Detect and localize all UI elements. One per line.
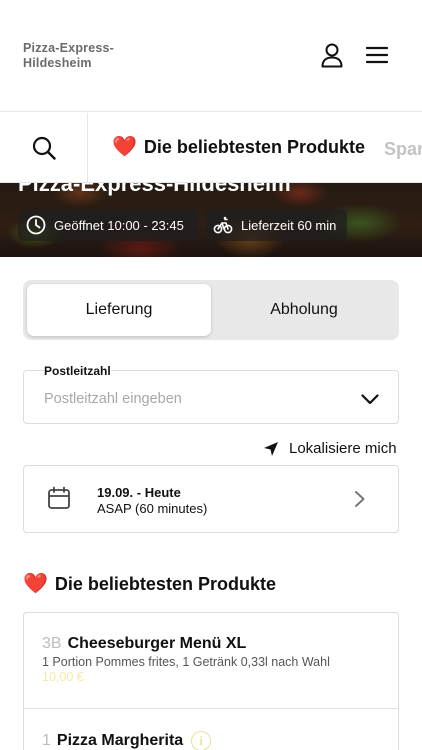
product-price: 10,00 €: [42, 670, 84, 684]
product-number: 1: [42, 732, 51, 749]
opening-hours-badge: Geöffnet 10:00 - 23:45: [18, 209, 198, 241]
clock-icon: [26, 215, 46, 235]
product-number: 3B: [42, 635, 62, 652]
product-description: 1 Portion Pommes frites, 1 Getränk 0,33l…: [42, 655, 330, 669]
app-header: Pizza-Express-Hildesheim: [0, 0, 422, 112]
calendar-icon: [48, 486, 70, 509]
product-name: Cheeseburger Menü XL: [67, 635, 247, 652]
delivery-option-button[interactable]: Lieferung: [27, 284, 211, 336]
postal-code-field[interactable]: Postleitzahl: [23, 365, 399, 424]
heart-icon: ❤️: [23, 573, 48, 595]
user-account-button[interactable]: [317, 40, 347, 70]
category-tab-next[interactable]: Spar: [384, 137, 422, 161]
postal-code-dropdown-toggle[interactable]: [358, 389, 382, 409]
product-name: Pizza Margherita: [56, 732, 184, 749]
brand-name[interactable]: Pizza-Express-Hildesheim: [23, 41, 143, 71]
bicycle-icon: [213, 216, 233, 234]
user-icon: [321, 43, 343, 68]
section-title-label: Die beliebtesten Produkte: [54, 574, 276, 594]
category-bar: ❤️ Die beliebtesten Produkte Spar: [0, 113, 422, 183]
category-tab-popular[interactable]: ❤️ Die beliebtesten Produkte: [112, 135, 365, 159]
chevron-right-icon: [355, 491, 365, 507]
postal-code-label: Postleitzahl: [44, 364, 111, 378]
location-arrow-icon: [264, 441, 278, 456]
category-search-button[interactable]: [0, 113, 88, 182]
delivery-date: 19.09. - Heute: [97, 485, 181, 500]
search-icon: [32, 136, 56, 160]
category-tab-label: Die beliebtesten Produkte: [143, 137, 365, 157]
order-type-toggle: Lieferung Abholung: [23, 280, 399, 340]
delivery-time: ASAP (60 minutes): [97, 501, 208, 516]
product-header: 3B Cheeseburger Menü XL: [42, 635, 246, 653]
locate-me-label: Lokalisiere mich: [289, 440, 397, 457]
product-item[interactable]: 3B Cheeseburger Menü XL 1 Portion Pommes…: [24, 613, 398, 709]
main-menu-button[interactable]: [362, 40, 392, 70]
product-item[interactable]: 1 Pizza Margherita i: [24, 709, 398, 750]
pickup-option-button[interactable]: Abholung: [213, 284, 395, 336]
postal-code-input[interactable]: [44, 391, 344, 407]
hero-title: Pizza-Express-Hildesheim: [18, 183, 291, 196]
delivery-time-text: Lieferzeit 60 min: [241, 217, 337, 233]
hamburger-menu-icon: [366, 46, 388, 64]
locate-me-link[interactable]: Lokalisiere mich: [263, 440, 397, 457]
product-list: 3B Cheeseburger Menü XL 1 Portion Pommes…: [23, 612, 399, 750]
info-icon[interactable]: i: [191, 731, 212, 750]
chevron-down-icon: [361, 393, 379, 404]
popular-products-heading: ❤️ Die beliebtesten Produkte: [23, 572, 276, 596]
heart-icon: ❤️: [112, 136, 137, 158]
delivery-time-selector[interactable]: 19.09. - Heute ASAP (60 minutes): [23, 465, 399, 533]
product-header: 1 Pizza Margherita i: [42, 731, 212, 750]
opening-hours-text: Geöffnet 10:00 - 23:45: [54, 217, 184, 233]
restaurant-hero-banner: Pizza-Express-Hildesheim Geöffnet 10:00 …: [0, 183, 422, 257]
delivery-time-badge: Lieferzeit 60 min: [205, 209, 347, 241]
